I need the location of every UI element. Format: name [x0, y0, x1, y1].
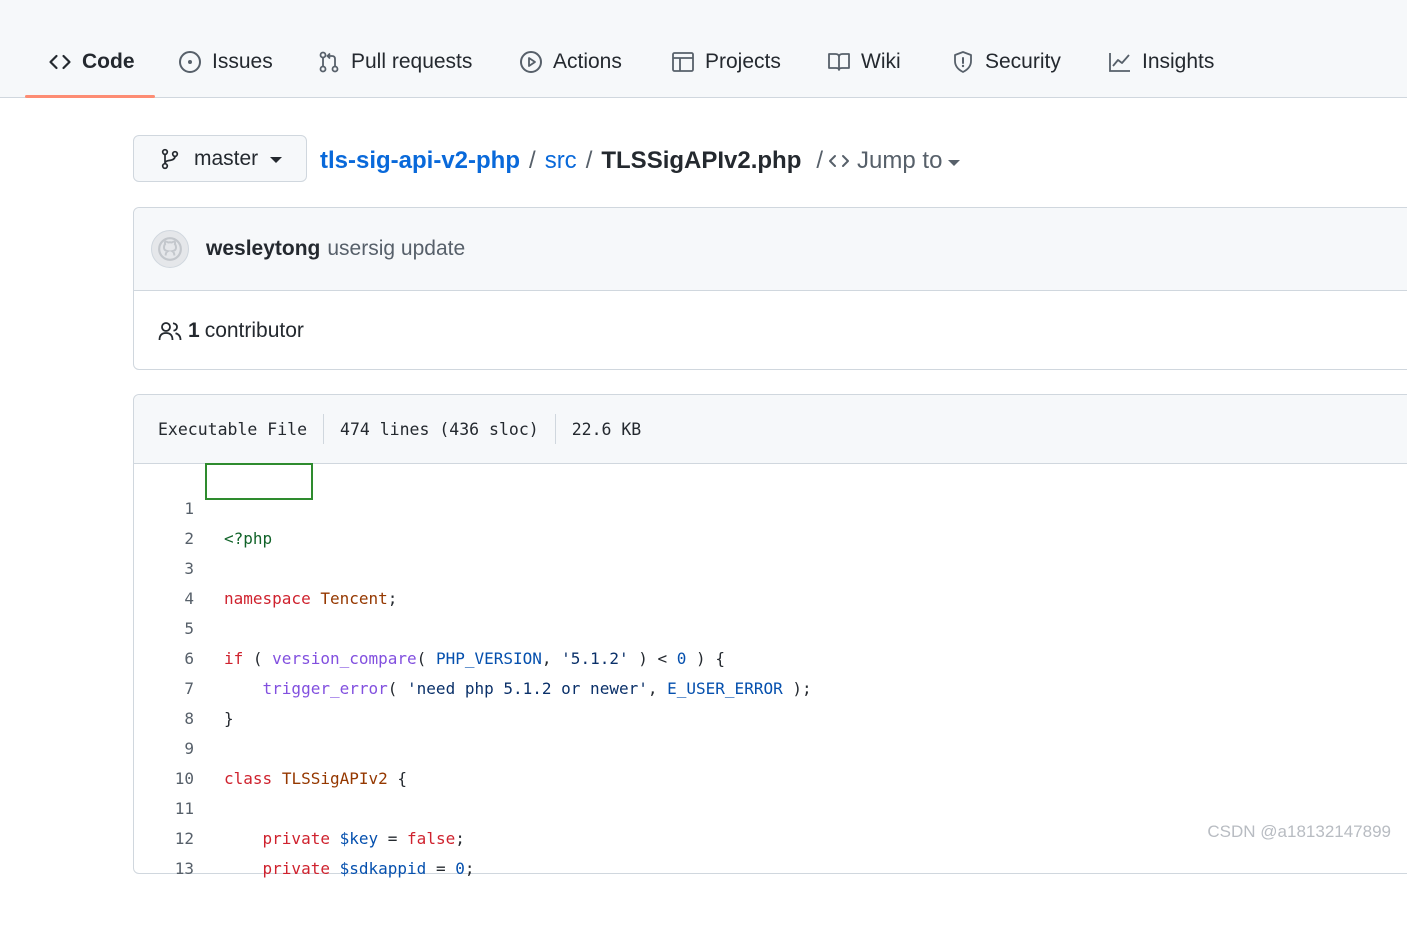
- latest-commit-box: wesleytong usersig update 1 contributor: [133, 207, 1407, 370]
- file-viewer: Executable File 474 lines (436 sloc) 22.…: [133, 394, 1407, 878]
- breadcrumb-separator: /: [816, 147, 824, 174]
- code-token: private: [262, 859, 330, 878]
- branch-name: master: [194, 146, 259, 170]
- graph-icon: [1108, 50, 1132, 74]
- breadcrumb-folder-link[interactable]: src: [545, 147, 577, 175]
- code-line: 8: [134, 674, 1407, 728]
- tab-issues-label: Issues: [212, 50, 273, 73]
- contributors-count: 1: [188, 319, 200, 342]
- tab-security-label: Security: [985, 50, 1061, 73]
- file-mode: Executable File: [158, 419, 308, 439]
- tab-security[interactable]: Security: [951, 44, 1061, 80]
- jump-to-label: Jump to: [857, 147, 943, 174]
- code-line: 3 namespace Tencent;: [134, 524, 1407, 608]
- file-size: 22.6 KB: [571, 419, 642, 439]
- code-line: 4: [134, 554, 1407, 608]
- divider: [323, 414, 325, 444]
- commit-author[interactable]: wesleytong: [206, 237, 320, 261]
- tab-wiki-label: Wiki: [861, 50, 901, 73]
- breadcrumb-separator: /: [529, 147, 536, 174]
- chevron-down-icon: [948, 159, 961, 166]
- tab-code-label: Code: [82, 50, 135, 73]
- issue-opened-icon: [178, 50, 202, 74]
- tab-projects[interactable]: Projects: [671, 44, 781, 80]
- code-line: 7 }: [134, 644, 1407, 728]
- chevron-down-icon: [270, 157, 283, 163]
- tab-issues[interactable]: Issues: [178, 44, 273, 80]
- breadcrumb-repo-link[interactable]: tls-sig-api-v2-php: [320, 147, 520, 175]
- tab-actions[interactable]: Actions: [519, 44, 622, 80]
- play-icon: [519, 50, 543, 74]
- contributors-label: contributor: [204, 319, 304, 342]
- code-line: 6 trigger_error( 'need php 5.1.2 or newe…: [134, 614, 1407, 698]
- file-info-bar: Executable File 474 lines (436 sloc) 22.…: [134, 395, 1407, 464]
- github-mark-icon: [158, 237, 182, 261]
- tab-actions-label: Actions: [553, 50, 622, 73]
- line-content: private $sdkappid = 0;: [262, 859, 475, 878]
- git-pull-request-icon: [317, 50, 341, 74]
- breadcrumb-separator: /: [585, 147, 593, 174]
- table-icon: [671, 50, 695, 74]
- line-number[interactable]: 13: [134, 854, 194, 884]
- tab-projects-label: Projects: [705, 50, 781, 73]
- code-icon: [48, 50, 72, 74]
- annotation-highlight-box: [205, 463, 313, 500]
- commit-message[interactable]: usersig update: [327, 237, 465, 261]
- code-line: 9 class TLSSigAPIv2 {: [134, 704, 1407, 788]
- tab-pull-requests-label: Pull requests: [351, 50, 473, 73]
- git-branch-icon: [160, 148, 180, 170]
- breadcrumb: tls-sig-api-v2-php / src / TLSSigAPIv2.p…: [320, 144, 961, 178]
- divider: [554, 414, 556, 444]
- code-line: 12 private $sdkappid = 0;: [134, 794, 1407, 878]
- code-line: 1 <?php: [134, 464, 1407, 548]
- code-line: 5 if ( version_compare( PHP_VERSION, '5.…: [134, 584, 1407, 668]
- file-line-count: 474 lines (436 sloc): [340, 419, 539, 439]
- tab-code[interactable]: Code: [48, 44, 135, 80]
- tab-insights-label: Insights: [1142, 50, 1215, 73]
- selected-tab-underline: [25, 95, 155, 98]
- code-view: 1 <?php 2 3 namespace Tencent; 4 5 if ( …: [134, 464, 1407, 878]
- code-token: $sdkappid: [339, 859, 427, 878]
- repo-nav: Code Issues Pull requests Actions Projec…: [0, 0, 1407, 98]
- avatar[interactable]: [151, 230, 189, 268]
- breadcrumb-file-name: TLSSigAPIv2.php: [601, 147, 802, 174]
- shield-icon: [951, 50, 975, 74]
- jump-to-button[interactable]: Jump to: [827, 147, 961, 175]
- tab-insights[interactable]: Insights: [1108, 44, 1214, 80]
- branch-select-button[interactable]: master: [133, 135, 307, 182]
- code-token: 0: [455, 859, 465, 878]
- code-icon: [827, 149, 851, 173]
- book-icon: [827, 50, 851, 74]
- contributors-row[interactable]: 1 contributor: [134, 291, 1407, 371]
- commit-header: wesleytong usersig update: [134, 208, 1407, 291]
- code-line: 11 private $key = false;: [134, 764, 1407, 848]
- people-icon: [158, 320, 182, 342]
- code-line: 10: [134, 734, 1407, 788]
- code-line: 2: [134, 494, 1407, 548]
- watermark: CSDN @a18132147899: [1207, 822, 1391, 841]
- tab-pull-requests[interactable]: Pull requests: [317, 44, 472, 80]
- tab-wiki[interactable]: Wiki: [827, 44, 901, 80]
